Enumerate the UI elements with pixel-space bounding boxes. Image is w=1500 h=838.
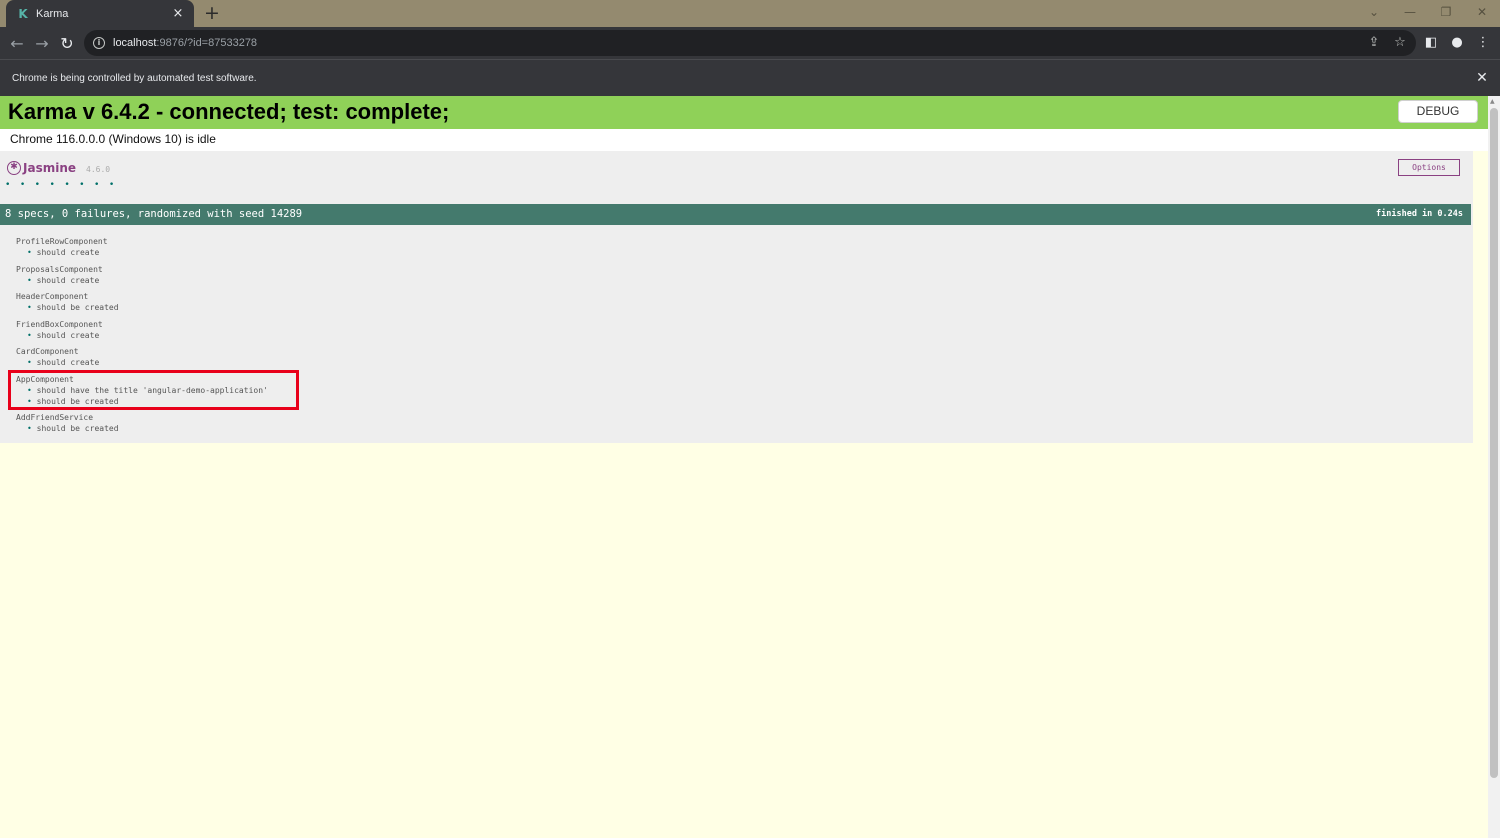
scroll-up-icon[interactable]: ▲: [1490, 98, 1495, 105]
toolbar-right: ◧ ● ⋮: [1422, 32, 1492, 54]
suite-name[interactable]: ProfileRowComponent: [16, 236, 268, 247]
suite-name[interactable]: CardComponent: [16, 346, 268, 357]
url-host: localhost: [113, 37, 157, 49]
infobar-close-icon[interactable]: ✕: [1464, 70, 1500, 86]
spec-item[interactable]: should create: [16, 275, 268, 286]
page-content: Karma v 6.4.2 - connected; test: complet…: [0, 96, 1500, 838]
close-window-icon[interactable]: ✕: [1464, 0, 1500, 24]
suite: AddFriendService should be created: [16, 412, 268, 434]
spec-dots: • • • • • • • •: [5, 180, 117, 190]
menu-icon[interactable]: ⋮: [1474, 32, 1492, 54]
tab-strip: K Karma × + ⌄ — ❐ ✕: [0, 0, 1500, 27]
suite-name[interactable]: AddFriendService: [16, 412, 268, 423]
spec-item[interactable]: should create: [16, 330, 268, 341]
browser-status-row: Chrome 116.0.0.0 (Windows 10) is idle: [0, 129, 1488, 151]
suite-name[interactable]: HeaderComponent: [16, 291, 268, 302]
browser-status: Chrome 116.0.0.0 (Windows 10) is idle: [10, 132, 216, 146]
debug-button[interactable]: DEBUG: [1398, 100, 1478, 123]
side-panel-icon[interactable]: ◧: [1422, 32, 1440, 54]
restore-icon[interactable]: ❐: [1428, 0, 1464, 24]
forward-icon[interactable]: →: [31, 32, 53, 54]
infobar-text: Chrome is being controlled by automated …: [12, 72, 257, 84]
bookmark-star-icon[interactable]: ☆: [1392, 34, 1408, 52]
karma-banner: Karma v 6.4.2 - connected; test: complet…: [0, 96, 1488, 129]
spec-item[interactable]: should create: [16, 247, 268, 258]
suite-name[interactable]: FriendBoxComponent: [16, 319, 268, 330]
karma-title: Karma v 6.4.2 - connected; test: complet…: [8, 99, 450, 124]
page-scrollbar[interactable]: ▲: [1488, 96, 1500, 838]
jasmine-version: 4.6.0: [86, 165, 111, 174]
suite: ProposalsComponent should create: [16, 264, 268, 286]
site-info-icon[interactable]: i: [93, 37, 105, 49]
new-tab-button[interactable]: +: [202, 3, 222, 23]
spec-item[interactable]: should be created: [16, 302, 268, 313]
jasmine-star-icon: ✱: [7, 161, 21, 175]
tab-karma[interactable]: K Karma ×: [6, 0, 194, 27]
summary-bar: 8 specs, 0 failures, randomized with see…: [0, 204, 1471, 225]
tab-search-icon[interactable]: ⌄: [1356, 0, 1392, 24]
jasmine-name: Jasmine: [23, 161, 77, 175]
suite-name[interactable]: ProposalsComponent: [16, 264, 268, 275]
karma-favicon-icon: K: [18, 6, 28, 21]
duration-text: finished in 0.24s: [1376, 209, 1463, 219]
automation-infobar: Chrome is being controlled by automated …: [0, 59, 1500, 96]
reload-icon[interactable]: ↻: [56, 32, 78, 54]
address-bar[interactable]: i localhost:9876/?id=87533278 ⇪ ☆: [84, 30, 1416, 56]
window-controls: ⌄ — ❐ ✕: [1356, 0, 1500, 27]
highlight-box: [8, 370, 299, 410]
options-button[interactable]: Options: [1398, 159, 1460, 176]
suite: CardComponent should create: [16, 346, 268, 368]
summary-text: 8 specs, 0 failures, randomized with see…: [5, 208, 303, 220]
url-text[interactable]: localhost:9876/?id=87533278: [113, 37, 257, 49]
suite: HeaderComponent should be created: [16, 291, 268, 313]
suite: ProfileRowComponent should create: [16, 236, 268, 258]
spec-item[interactable]: should create: [16, 357, 268, 368]
share-icon[interactable]: ⇪: [1366, 34, 1382, 52]
scroll-thumb[interactable]: [1490, 108, 1498, 778]
jasmine-logo[interactable]: ✱ Jasmine: [7, 161, 76, 175]
suite: FriendBoxComponent should create: [16, 319, 268, 341]
profile-icon[interactable]: ●: [1448, 32, 1466, 54]
spec-item[interactable]: should be created: [16, 423, 268, 434]
tab-close-icon[interactable]: ×: [170, 6, 186, 21]
omnibox-actions: ⇪ ☆: [1366, 34, 1408, 52]
minimize-icon[interactable]: —: [1392, 0, 1428, 24]
back-icon[interactable]: ←: [6, 32, 28, 54]
tab-title: Karma: [36, 7, 69, 20]
browser-toolbar: ← → ↻ i localhost:9876/?id=87533278 ⇪ ☆ …: [0, 27, 1500, 59]
url-path: :9876/?id=87533278: [156, 37, 258, 49]
